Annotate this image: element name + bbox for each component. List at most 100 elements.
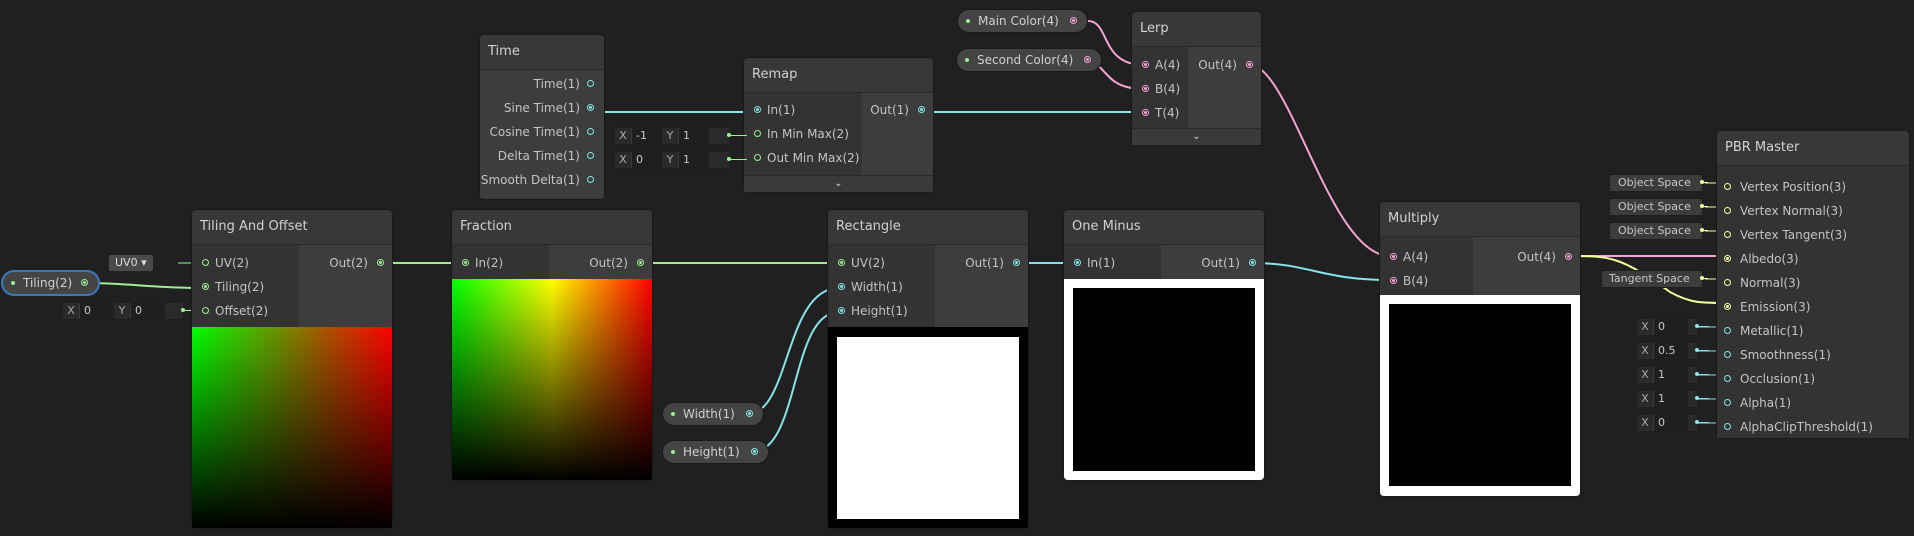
space-label: Object Space — [1618, 200, 1691, 213]
width-property[interactable]: Width(1) — [663, 403, 763, 425]
vertex-position-port[interactable] — [1724, 183, 1731, 190]
x-label: X — [619, 153, 627, 166]
metallic-field[interactable]: X0 — [1636, 318, 1709, 336]
fraction-in-port[interactable] — [462, 259, 469, 266]
pbr-master-node[interactable]: PBR Master Vertex Position(3) Vertex Nor… — [1717, 131, 1909, 438]
alpha-field[interactable]: X1 — [1636, 390, 1709, 408]
vertex-tangent-space-field[interactable]: Object Space — [1609, 222, 1708, 240]
field-connector — [727, 157, 747, 161]
width-property-output-port[interactable] — [745, 410, 753, 417]
lerp-node[interactable]: Lerp A(4) B(4) T(4) Out(4) ⌄ — [1132, 12, 1261, 145]
out-max-y-value[interactable]: 1 — [678, 152, 709, 168]
remap-out-port[interactable] — [918, 106, 925, 113]
occlusion-value[interactable]: 1 — [1653, 367, 1688, 383]
fraction-node[interactable]: Fraction In(2) Out(2) — [452, 210, 652, 480]
in-min-x-value[interactable]: -1 — [631, 128, 662, 144]
smooth-delta-output-port[interactable] — [587, 176, 594, 183]
offset-input-port[interactable] — [202, 307, 209, 314]
rect-width-port[interactable] — [838, 283, 845, 290]
alpha-label: Alpha(1) — [1740, 396, 1792, 410]
x-label: X — [67, 304, 75, 317]
lerp-b-port[interactable] — [1142, 85, 1149, 92]
multiply-node[interactable]: Multiply A(4) B(4) Out(4) — [1380, 202, 1580, 496]
occlusion-field[interactable]: X1 — [1636, 366, 1709, 384]
tiling-property-output-port[interactable] — [81, 279, 89, 286]
offset-field[interactable]: X0Y0 — [62, 302, 201, 320]
main-color-output-port[interactable] — [1069, 17, 1077, 24]
main-color-property[interactable]: Main Color(4) — [958, 10, 1087, 32]
lerp-out-port[interactable] — [1246, 61, 1253, 68]
out-min-x-value[interactable]: 0 — [631, 152, 662, 168]
metallic-value[interactable]: 0 — [1653, 319, 1688, 335]
rect-uv-port[interactable] — [838, 259, 845, 266]
emission-port[interactable] — [1724, 303, 1731, 310]
out-min-max-field[interactable]: X0Y1 — [614, 151, 747, 169]
expand-chevron-icon[interactable]: ⌄ — [1132, 128, 1261, 145]
occlusion-label: Occlusion(1) — [1740, 372, 1816, 386]
lerp-t-port[interactable] — [1142, 109, 1149, 116]
delta-time-output-port[interactable] — [587, 152, 594, 159]
vertex-position-label: Vertex Position(3) — [1740, 180, 1847, 194]
vertex-tangent-port[interactable] — [1724, 231, 1731, 238]
multiply-a-port[interactable] — [1390, 253, 1397, 260]
vertex-normal-space-field[interactable]: Object Space — [1609, 198, 1708, 216]
one-minus-out-port[interactable] — [1249, 259, 1256, 266]
vertex-normal-port[interactable] — [1724, 207, 1731, 214]
one-minus-node[interactable]: One Minus In(1) Out(1) — [1064, 210, 1264, 480]
time-node[interactable]: Time Time(1) Sine Time(1) Cosine Time(1)… — [480, 35, 604, 199]
node-title: PBR Master — [1717, 131, 1909, 166]
in-max-y-value[interactable]: 1 — [678, 128, 709, 144]
normal-space-field[interactable]: Tangent Space — [1601, 270, 1708, 288]
tiling-input-port[interactable] — [202, 283, 209, 290]
expand-chevron-icon[interactable]: ⌄ — [744, 175, 933, 192]
alpha-clip-port[interactable] — [1724, 423, 1731, 430]
sine-time-output-port[interactable] — [587, 104, 594, 111]
rect-height-port[interactable] — [838, 307, 845, 314]
remap-out-min-max-port[interactable] — [754, 154, 761, 161]
node-body: UV(2) Tiling(2) Offset(2) Out(2) — [192, 245, 392, 528]
remap-out-min-max-label: Out Min Max(2) — [767, 151, 860, 165]
smoothness-port[interactable] — [1724, 351, 1731, 358]
alpha-port[interactable] — [1724, 399, 1731, 406]
offset-y-value[interactable]: 0 — [130, 303, 165, 319]
second-color-output-port[interactable] — [1084, 56, 1092, 63]
fraction-out-port[interactable] — [637, 259, 644, 266]
one-minus-in-port[interactable] — [1074, 259, 1081, 266]
rect-out-port[interactable] — [1013, 259, 1020, 266]
node-title: Time — [480, 35, 604, 70]
cosine-time-output-port[interactable] — [587, 128, 594, 135]
height-property-output-port[interactable] — [750, 448, 758, 455]
multiply-b-port[interactable] — [1390, 277, 1397, 284]
multiply-out-port[interactable] — [1565, 253, 1572, 260]
tiling-and-offset-node[interactable]: Tiling And Offset UV(2) Tiling(2) Offset… — [192, 210, 392, 528]
tiling-property[interactable]: Tiling(2) — [3, 272, 99, 294]
time-output-port[interactable] — [587, 80, 594, 87]
height-property[interactable]: Height(1) — [663, 441, 768, 463]
in-min-max-field[interactable]: X -1 Y 1 — [614, 127, 747, 145]
input-pane: A(4) B(4) T(4) — [1132, 47, 1188, 129]
alpha-value[interactable]: 1 — [1653, 391, 1688, 407]
vertex-position-space-field[interactable]: Object Space — [1609, 174, 1708, 192]
normal-port[interactable] — [1724, 279, 1731, 286]
uv-preview — [192, 327, 392, 528]
uv-channel-dropdown[interactable]: UV0 ▾ — [109, 255, 153, 271]
alpha-clip-field[interactable]: X0 — [1636, 414, 1709, 432]
remap-out-label: Out(1) — [870, 103, 909, 117]
offset-x-value[interactable]: 0 — [79, 303, 114, 319]
lerp-a-port[interactable] — [1142, 61, 1149, 68]
remap-in-min-max-port[interactable] — [754, 130, 761, 137]
albedo-port[interactable] — [1724, 255, 1731, 262]
remap-node[interactable]: Remap In(1) In Min Max(2) Out Min Max(2)… — [744, 58, 933, 192]
alpha-clip-value[interactable]: 0 — [1653, 415, 1688, 431]
smoothness-field[interactable]: X 0.5 — [1636, 342, 1709, 360]
occlusion-port[interactable] — [1724, 375, 1731, 382]
rectangle-node[interactable]: Rectangle UV(2) Width(1) Height(1) Out(1… — [828, 210, 1028, 528]
multiply-b-label: B(4) — [1403, 274, 1429, 288]
metallic-port[interactable] — [1724, 327, 1731, 334]
remap-in-port[interactable] — [754, 106, 761, 113]
second-color-property[interactable]: Second Color(4) — [957, 49, 1102, 71]
alpha-clip-label: AlphaClipThreshold(1) — [1740, 420, 1873, 434]
uv-input-port[interactable] — [202, 259, 209, 266]
tiling-out-port[interactable] — [377, 259, 384, 266]
smoothness-value[interactable]: 0.5 — [1653, 343, 1688, 359]
